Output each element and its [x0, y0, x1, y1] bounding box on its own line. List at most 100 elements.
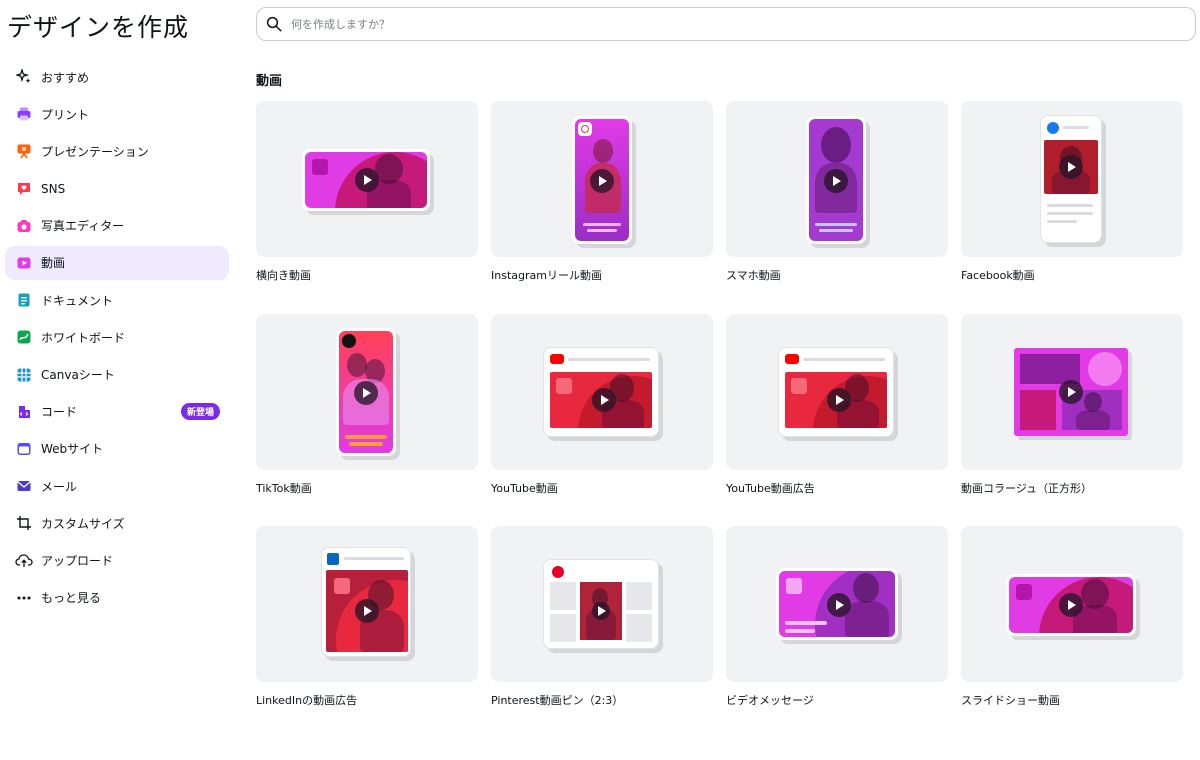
sidebar-item-more[interactable]: もっと見る — [5, 581, 229, 615]
badge-shape-icon — [1088, 352, 1122, 386]
logo-placeholder-icon — [791, 378, 807, 394]
youtube-mock — [778, 347, 894, 437]
card-youtube-video[interactable]: YouTube動画 — [491, 314, 713, 495]
card-label: 動画コラージュ（正方形） — [961, 482, 1093, 495]
sidebar-item-print[interactable]: プリント — [5, 97, 229, 131]
card-landscape-video[interactable]: 横向き動画 — [256, 101, 478, 282]
card-label: Pinterest動画ピン（2:3） — [491, 694, 624, 707]
logo-placeholder-icon — [786, 578, 802, 594]
sheet-icon — [15, 366, 33, 384]
play-icon — [1059, 593, 1083, 617]
card-youtube-ad[interactable]: YouTube動画広告 — [726, 314, 948, 495]
sidebar-item-label: Canvaシート — [41, 368, 115, 382]
sidebar-item-label: 動画 — [41, 256, 66, 271]
card-slideshow-video[interactable]: スライドショー動画 — [961, 526, 1183, 707]
play-icon — [824, 169, 848, 193]
sidebar-item-label: カスタムサイズ — [41, 516, 125, 531]
search-input[interactable] — [291, 17, 1151, 31]
card-thumbnail — [491, 526, 713, 682]
sidebar-item-label: ドキュメント — [41, 293, 114, 308]
sidebar-item-upload[interactable]: アップロード — [5, 543, 229, 577]
sidebar-item-label: コード — [41, 405, 78, 420]
sparkle-icon — [15, 68, 33, 86]
more-icon — [15, 589, 33, 607]
logo-placeholder-icon — [556, 378, 572, 394]
message-mock — [776, 568, 898, 640]
sidebar-item-sns[interactable]: SNS — [5, 172, 229, 206]
card-pinterest-pin[interactable]: Pinterest動画ピン（2:3） — [491, 526, 713, 707]
facebook-icon — [1047, 122, 1059, 134]
card-thumbnail — [726, 526, 948, 682]
card-label: YouTube動画広告 — [726, 482, 815, 495]
page-title: デザインを作成 — [7, 13, 190, 42]
card-label: ビデオメッセージ — [726, 694, 814, 707]
tiktok-icon — [342, 334, 356, 348]
logo-placeholder-icon — [312, 159, 328, 175]
sidebar-item-whiteboard[interactable]: ホワイトボード — [5, 320, 229, 354]
linkedin-icon — [327, 553, 339, 565]
sidebar-item-mail[interactable]: メール — [5, 469, 229, 503]
card-label: LinkedInの動画広告 — [256, 694, 358, 707]
logo-placeholder-icon — [1016, 584, 1032, 600]
whiteboard-icon — [15, 328, 33, 346]
sidebar-item-label: 写真エディター — [41, 219, 125, 234]
sidebar-item-website[interactable]: Webサイト — [5, 432, 229, 466]
card-thumbnail — [961, 526, 1183, 682]
card-label: Instagramリール動画 — [491, 269, 602, 282]
card-label: スライドショー動画 — [961, 694, 1060, 707]
sidebar-item-label: もっと見る — [41, 591, 102, 606]
card-thumbnail — [961, 101, 1183, 257]
card-label: 横向き動画 — [256, 269, 311, 282]
card-video-collage[interactable]: 動画コラージュ（正方形） — [961, 314, 1183, 495]
card-video-message[interactable]: ビデオメッセージ — [726, 526, 948, 707]
play-icon — [355, 599, 379, 623]
youtube-icon — [550, 354, 564, 364]
camera-icon — [15, 217, 33, 235]
card-thumbnail — [256, 526, 478, 682]
instagram-icon — [578, 122, 592, 136]
card-instagram-reel[interactable]: Instagramリール動画 — [491, 101, 713, 282]
sidebar-item-presentation[interactable]: プレゼンテーション — [5, 134, 229, 168]
search-bar[interactable] — [256, 7, 1196, 41]
collage-mock — [1014, 348, 1128, 436]
card-facebook-video[interactable]: Facebook動画 — [961, 101, 1183, 282]
phone-mock — [572, 116, 632, 244]
sidebar-item-label: メール — [41, 479, 78, 494]
play-icon — [592, 602, 610, 620]
card-label: YouTube動画 — [491, 482, 558, 495]
card-thumbnail — [491, 314, 713, 470]
landscape-mock — [302, 149, 430, 211]
play-icon — [1059, 155, 1083, 179]
sidebar-item-label: SNS — [41, 181, 66, 196]
sidebar-item-label: プリント — [41, 107, 90, 122]
card-label: スマホ動画 — [726, 269, 781, 282]
card-thumbnail — [256, 314, 478, 470]
card-label: Facebook動画 — [961, 269, 1035, 282]
play-icon — [827, 593, 851, 617]
new-badge: 新登場 — [180, 403, 220, 421]
sidebar-item-label: ホワイトボード — [41, 330, 126, 345]
sidebar-item-canva-sheet[interactable]: Canvaシート — [5, 358, 229, 392]
sidebar-item-document[interactable]: ドキュメント — [5, 283, 229, 317]
card-tiktok-video[interactable]: TikTok動画 — [256, 314, 478, 495]
code-icon — [15, 403, 33, 421]
sidebar-item-video[interactable]: 動画 — [5, 245, 229, 280]
play-icon — [592, 388, 616, 412]
pinterest-icon — [552, 566, 564, 578]
play-icon — [827, 388, 851, 412]
slideshow-mock — [1006, 574, 1136, 636]
document-icon — [15, 291, 33, 309]
pinterest-mock — [543, 559, 659, 649]
mail-icon — [15, 477, 33, 495]
sidebar-item-label: アップロード — [41, 553, 114, 568]
sidebar-item-custom-size[interactable]: カスタムサイズ — [5, 506, 229, 540]
phone-mock — [806, 116, 866, 244]
card-linkedin-ad[interactable]: LinkedInの動画広告 — [256, 526, 478, 707]
sidebar-item-recommended[interactable]: おすすめ — [5, 60, 229, 94]
card-thumbnail — [726, 101, 948, 257]
play-icon — [355, 168, 379, 192]
sidebar-item-code[interactable]: コード 新登場 — [5, 395, 229, 429]
logo-placeholder-icon — [334, 578, 350, 594]
sidebar-item-photo-editor[interactable]: 写真エディター — [5, 209, 229, 243]
card-phone-video[interactable]: スマホ動画 — [726, 101, 948, 282]
